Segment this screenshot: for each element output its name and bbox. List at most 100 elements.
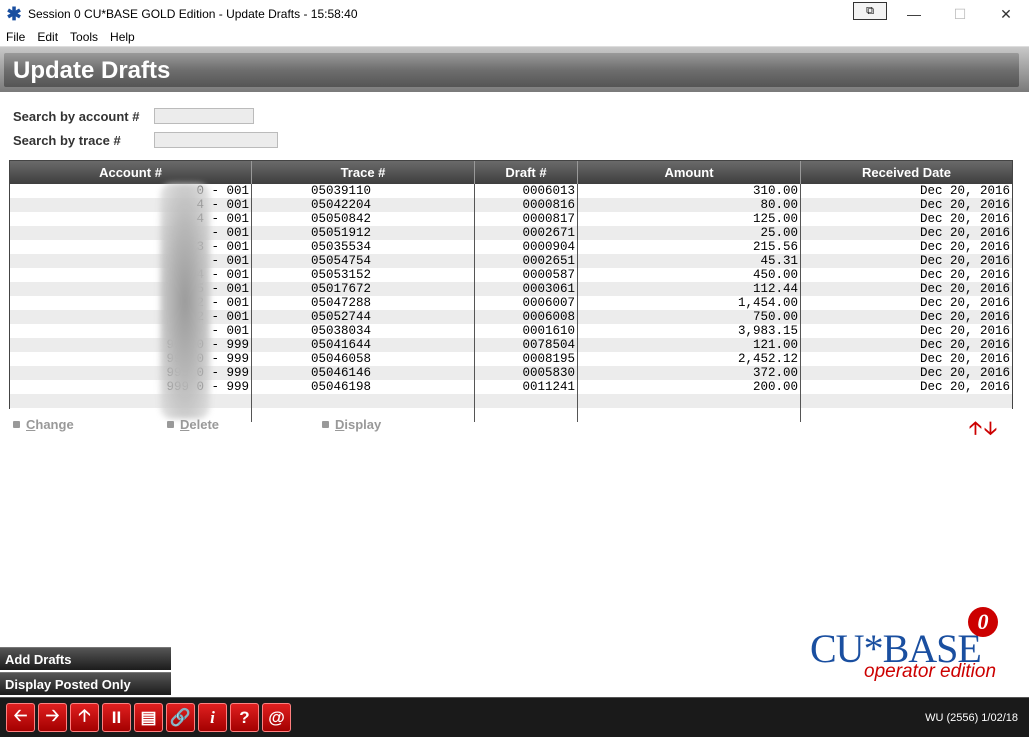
bullet-icon xyxy=(167,421,174,428)
cell-amount: 372.00 xyxy=(578,366,801,380)
cell-trace: 05050842 xyxy=(252,212,475,226)
maximize-button[interactable]: ☐ xyxy=(937,0,983,28)
cell-empty xyxy=(252,394,475,408)
cell-trace: 05046198 xyxy=(252,380,475,394)
menu-help[interactable]: Help xyxy=(110,30,135,44)
display-posted-only-button[interactable]: Display Posted Only xyxy=(0,672,171,695)
cell-account: 5 - 001 xyxy=(10,282,252,296)
cell-date: Dec 20, 2016 xyxy=(919,240,1010,254)
change-hotkey: C xyxy=(26,417,36,432)
cell-amount: 121.00 xyxy=(578,338,801,352)
delete-action[interactable]: Delete xyxy=(167,417,322,432)
search-trace-row: Search by trace # xyxy=(13,132,278,148)
cell-trace: 05053152 xyxy=(252,268,475,282)
redaction-blur xyxy=(160,183,210,419)
cell-draft: 0006013 xyxy=(475,184,578,198)
status-text: WU (2556) 1/02/18 xyxy=(925,712,1018,724)
cell-date: Dec 20, 2016 xyxy=(919,268,1010,282)
up-arrow-icon[interactable]: 🡡 xyxy=(70,703,99,732)
app-star-icon: ✱ xyxy=(6,4,22,24)
menu-tools[interactable]: Tools xyxy=(70,30,98,44)
col-draft[interactable]: Draft # xyxy=(475,161,578,184)
cell-account: 4 - 001 xyxy=(10,212,252,226)
cell-date: Dec 20, 2016 xyxy=(919,212,1010,226)
close-button[interactable]: ✕ xyxy=(983,0,1029,28)
menu-edit[interactable]: Edit xyxy=(37,30,58,44)
cell-trace: 05051912 xyxy=(252,226,475,240)
cell-account: 999 0 - 999 xyxy=(10,352,252,366)
cell-amount: 2,452.12 xyxy=(578,352,801,366)
at-sign-icon[interactable]: @ xyxy=(262,703,291,732)
cell-date: Dec 20, 2016 xyxy=(919,254,1010,268)
cell-date: Dec 20, 2016 xyxy=(919,296,1010,310)
cell-account: - 001 xyxy=(10,226,252,240)
minimize-button[interactable]: — xyxy=(891,0,937,28)
cell-amount: 45.31 xyxy=(578,254,801,268)
link-icon[interactable]: 🔗 xyxy=(166,703,195,732)
cell-draft: 0008195 xyxy=(475,352,578,366)
cell-trace: 05052744 xyxy=(252,310,475,324)
display-hotkey: D xyxy=(335,417,345,432)
cell-trace: 05041644 xyxy=(252,338,475,352)
cell-amount: 112.44 xyxy=(578,282,801,296)
forward-arrow-icon[interactable]: 🡢 xyxy=(38,703,67,732)
cell-draft: 0000587 xyxy=(475,268,578,282)
restore-session-button[interactable]: ⧉ xyxy=(853,2,887,20)
cell-account: 4 - 001 xyxy=(10,268,252,282)
cell-draft: 0006007 xyxy=(475,296,578,310)
cell-account: 3 - 001 xyxy=(10,240,252,254)
menu-file[interactable]: File xyxy=(6,30,25,44)
search-trace-input[interactable] xyxy=(154,132,278,148)
pause-icon[interactable]: II xyxy=(102,703,131,732)
col-account[interactable]: Account # xyxy=(10,161,252,184)
change-label: hange xyxy=(35,417,74,432)
cell-draft: 0002671 xyxy=(475,226,578,240)
col-amount[interactable]: Amount xyxy=(578,161,801,184)
cell-account: - 001 xyxy=(10,324,252,338)
cell-draft: 0003061 xyxy=(475,282,578,296)
cell-account: 999 0 - 999 xyxy=(10,380,252,394)
cell-amount: 310.00 xyxy=(578,184,801,198)
col-received-date[interactable]: Received Date xyxy=(801,161,1012,184)
menu-bar: File Edit Tools Help xyxy=(0,28,1029,46)
help-icon[interactable]: ? xyxy=(230,703,259,732)
cell-amount: 1,454.00 xyxy=(578,296,801,310)
cell-amount: 25.00 xyxy=(578,226,801,240)
cell-draft: 0000904 xyxy=(475,240,578,254)
cell-draft: 0002651 xyxy=(475,254,578,268)
cell-trace: 05039110 xyxy=(252,184,475,198)
back-arrow-icon[interactable]: 🡠 xyxy=(6,703,35,732)
cell-empty xyxy=(801,394,1012,408)
cell-draft: 0000817 xyxy=(475,212,578,226)
cell-draft: 0005830 xyxy=(475,366,578,380)
bullet-icon xyxy=(13,421,20,428)
change-action[interactable]: Change xyxy=(13,417,167,432)
display-action[interactable]: Display xyxy=(322,417,381,432)
info-icon[interactable]: i xyxy=(198,703,227,732)
cell-empty xyxy=(578,408,801,422)
cell-account: 4 - 001 xyxy=(10,198,252,212)
cell-amount: 750.00 xyxy=(578,310,801,324)
cell-account: 0 - 001 xyxy=(10,184,252,198)
delete-label: elete xyxy=(189,417,220,432)
cell-date: Dec 20, 2016 xyxy=(919,226,1010,240)
search-account-input[interactable] xyxy=(154,108,254,124)
add-drafts-button[interactable]: Add Drafts xyxy=(0,647,171,670)
cubase-logo: CU*BASE 0 operator edition xyxy=(810,605,1010,687)
cell-amount: 125.00 xyxy=(578,212,801,226)
col-trace[interactable]: Trace # xyxy=(252,161,475,184)
title-bar: ✱ Session 0 CU*BASE GOLD Edition - Updat… xyxy=(0,0,1029,28)
page-header: Update Drafts xyxy=(0,46,1029,92)
window-title: Session 0 CU*BASE GOLD Edition - Update … xyxy=(28,7,358,21)
action-bar: Change Delete Display xyxy=(13,417,381,432)
cell-draft: 0011241 xyxy=(475,380,578,394)
cell-trace: 05042204 xyxy=(252,198,475,212)
arrow-up-icon[interactable]: 🡡 xyxy=(969,416,982,446)
printer-icon[interactable]: ▤ xyxy=(134,703,163,732)
arrow-down-icon[interactable]: 🡣 xyxy=(984,416,997,446)
cell-trace: 05054754 xyxy=(252,254,475,268)
cell-trace: 05046146 xyxy=(252,366,475,380)
cell-trace: 05047288 xyxy=(252,296,475,310)
cell-trace: 05017672 xyxy=(252,282,475,296)
cell-amount: 80.00 xyxy=(578,198,801,212)
